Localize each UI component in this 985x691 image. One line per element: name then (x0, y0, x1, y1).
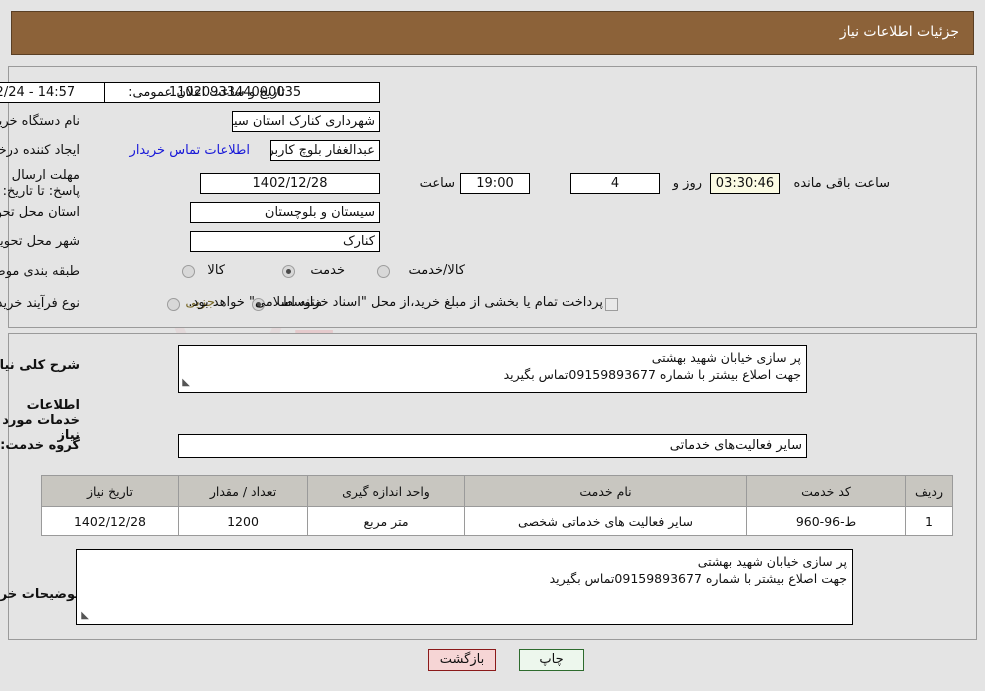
radio-category-0-label: کالا (207, 263, 225, 278)
radio-category-2-label: کالا/خدمت (408, 263, 465, 278)
back-button[interactable]: بازگشت (428, 649, 496, 671)
service-group-value: سایر فعالیت‌های خدماتی (178, 434, 807, 458)
deadline-date-value: 1402/12/28 (200, 173, 380, 194)
col-row-no: ردیف (905, 475, 953, 507)
col-unit: واحد اندازه گیری (307, 475, 465, 507)
description-textarea[interactable]: پر سازی خیابان شهید بهشتی جهت اصلاع بیشت… (178, 345, 807, 393)
cell-service-name: سایر فعالیت های خدماتی شخصی (464, 506, 747, 536)
service-group-label: گروه خدمت: (0, 438, 80, 453)
buyer-notes-textarea[interactable]: پر سازی خیابان شهید بهشتی جهت اصلاع بیشت… (76, 549, 853, 625)
days-remaining-value: 4 (570, 173, 660, 194)
radio-category-1-label: خدمت (310, 263, 345, 278)
print-button[interactable]: چاپ (519, 649, 584, 671)
cell-unit: متر مربع (307, 506, 465, 536)
treasury-checkbox-label: پرداخت تمام یا بخشی از مبلغ خرید،از محل … (188, 295, 603, 310)
process-type-label: نوع فرآیند خرید : (0, 296, 80, 311)
buyer-org-label: نام دستگاه خریدار: (0, 114, 80, 129)
countdown-label: ساعت باقی مانده (793, 176, 890, 191)
treasury-checkbox[interactable] (605, 298, 618, 311)
deadline-hour-label: ساعت (419, 176, 455, 191)
page-header: جزئیات اطلاعات نیاز (11, 11, 974, 55)
col-quantity: تعداد / مقدار (178, 475, 308, 507)
days-label: روز و (672, 176, 702, 191)
cell-row-no: 1 (905, 506, 953, 536)
delivery-province-value: سیستان و بلوچستان (190, 202, 380, 223)
requester-value: عبدالغفار بلوچ کاربرداز شهرداری کنارک اس… (270, 140, 380, 161)
description-label: شرح کلی نیاز: (0, 358, 80, 373)
cell-need-date: 1402/12/28 (41, 506, 179, 536)
announce-datetime-value: 14:57 - 1402/12/24 (0, 82, 105, 103)
col-need-date: تاریخ نیاز (41, 475, 179, 507)
delivery-province-label: استان محل تحویل: (0, 205, 80, 220)
radio-category-0[interactable] (182, 265, 195, 278)
deadline-hour-value: 19:00 (460, 173, 530, 194)
announce-datetime-label: تاریخ و ساعت اعلان عمومی: (128, 85, 285, 100)
table-row: 1 ط-96-960 سایر فعالیت های خدماتی شخصی م… (41, 506, 953, 536)
buyer-contact-link[interactable]: اطلاعات تماس خریدار (130, 143, 250, 158)
deadline-label: مهلت ارسال پاسخ: تا تاریخ: (2, 168, 80, 199)
col-service-name: نام خدمت (464, 475, 747, 507)
radio-category-2[interactable] (377, 265, 390, 278)
services-table-wrap: ردیف کد خدمت نام خدمت واحد اندازه گیری ت… (41, 475, 953, 536)
services-table: ردیف کد خدمت نام خدمت واحد اندازه گیری ت… (41, 475, 953, 536)
category-label: طبقه بندی موضوعی: (0, 264, 80, 279)
countdown-timer: 03:30:46 (710, 173, 780, 194)
need-info-panel (8, 66, 977, 328)
buyer-notes-label: توضیحات خریدار: (0, 587, 80, 602)
page-title: جزئیات اطلاعات نیاز (839, 24, 959, 40)
buyer-org-value: شهرداری کنارک استان سیستان و بلوچستان (232, 111, 380, 132)
delivery-city-value: کنارک (190, 231, 380, 252)
services-section-title: اطلاعات خدمات مورد نیاز (2, 398, 80, 443)
table-header-row: ردیف کد خدمت نام خدمت واحد اندازه گیری ت… (41, 475, 953, 507)
radio-category-1[interactable] (282, 265, 295, 278)
cell-service-code: ط-96-960 (746, 506, 906, 536)
radio-process-0[interactable] (167, 298, 180, 311)
requester-label: ایجاد کننده درخواست: (0, 143, 80, 158)
delivery-city-label: شهر محل تحویل: (0, 234, 80, 249)
cell-quantity: 1200 (178, 506, 308, 536)
col-service-code: کد خدمت (746, 475, 906, 507)
